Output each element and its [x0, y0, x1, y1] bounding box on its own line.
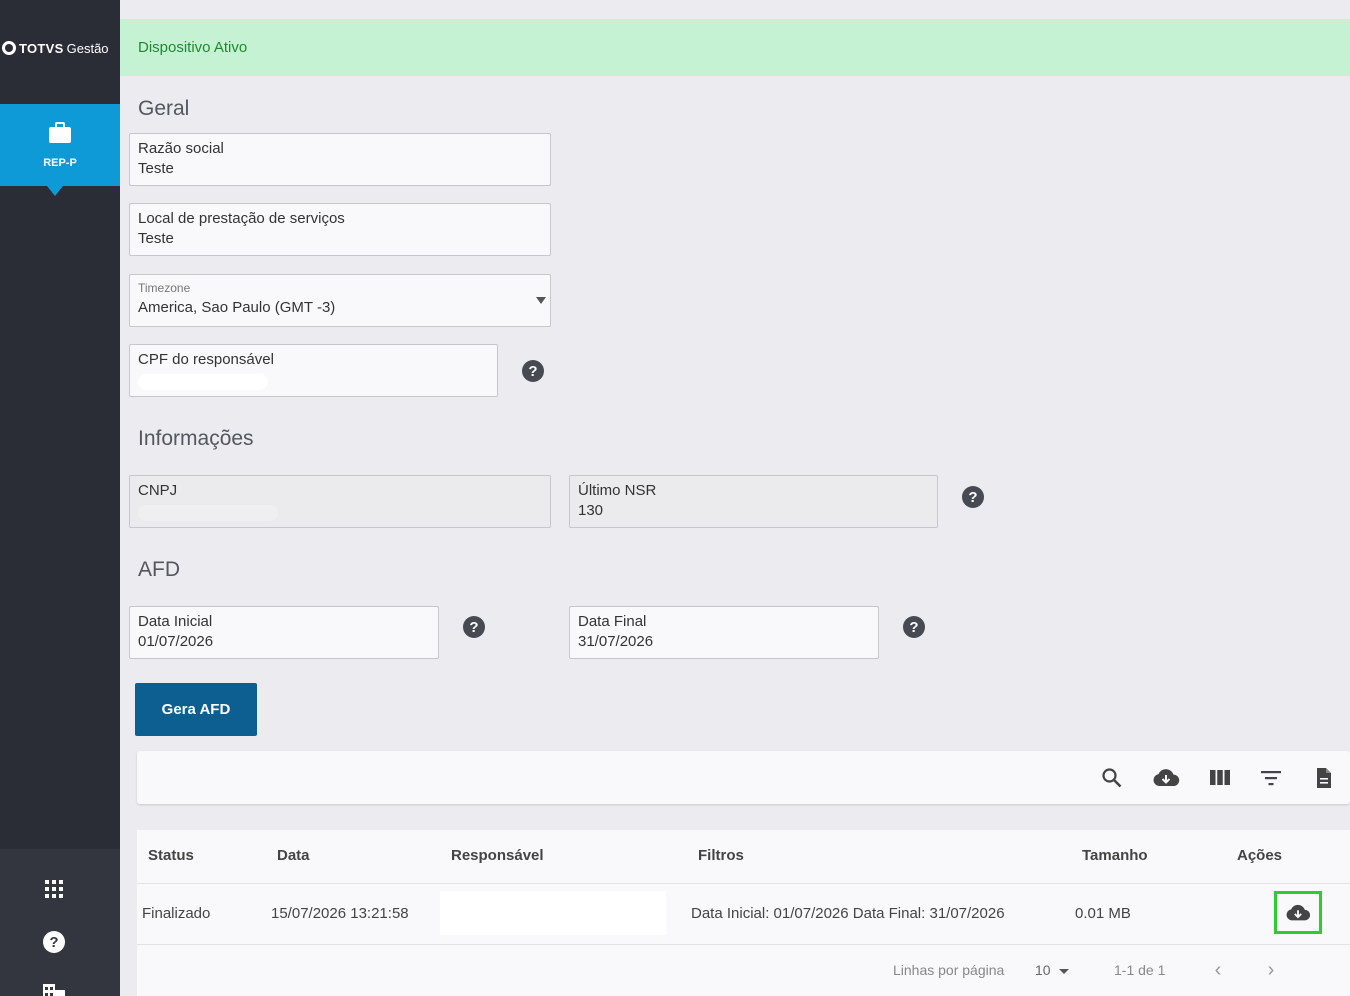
column-header-data[interactable]: Data: [277, 847, 310, 864]
column-header-acoes: Ações: [1237, 847, 1283, 864]
column-header-status[interactable]: Status: [148, 847, 194, 864]
app-logo[interactable]: TOTVS Gestão: [0, 0, 120, 96]
cpf-help-icon[interactable]: ?: [522, 360, 544, 382]
timezone-select[interactable]: Timezone America, Sao Paulo (GMT -3): [129, 274, 551, 327]
razao-social-field[interactable]: Razão social Teste: [129, 133, 551, 186]
ultimo-nsr-value: 130: [578, 502, 604, 519]
data-inicial-field[interactable]: Data Inicial 01/07/2026: [129, 606, 439, 659]
cell-status: Finalizado: [142, 905, 211, 922]
column-header-filtros[interactable]: Filtros: [698, 847, 744, 864]
data-final-value: 31/07/2026: [578, 633, 654, 650]
search-icon[interactable]: [1100, 766, 1124, 790]
timezone-value: America, Sao Paulo (GMT -3): [138, 299, 336, 316]
sidebar-item-rep-p[interactable]: REP-P: [0, 104, 120, 196]
table-pagination: Linhas por página 10 1-1 de 1 ‹ ›: [137, 946, 1350, 996]
briefcase-icon: [48, 121, 72, 149]
afd-table: Status Data Responsável Filtros Tamanho …: [137, 830, 1350, 996]
section-title-afd: AFD: [138, 558, 180, 581]
apps-grid-icon[interactable]: [43, 878, 65, 900]
cell-responsavel-redacted: [440, 891, 666, 935]
data-inicial-value: 01/07/2026: [138, 633, 214, 650]
columns-icon[interactable]: [1208, 766, 1232, 790]
cnpj-redacted-value: [138, 505, 278, 521]
rows-per-page-label: Linhas por página: [893, 962, 1005, 978]
section-title-informacoes: Informações: [138, 427, 254, 450]
cnpj-label: CNPJ: [138, 482, 178, 499]
svg-text:?: ?: [49, 934, 58, 951]
data-final-label: Data Final: [578, 613, 647, 630]
data-inicial-label: Data Inicial: [138, 613, 213, 630]
logo-product: Gestão: [66, 40, 109, 56]
data-final-field[interactable]: Data Final 31/07/2026: [569, 606, 879, 659]
cpf-field[interactable]: CPF do responsável: [129, 344, 498, 397]
cpf-redacted-value: [138, 374, 268, 390]
ultimo-nsr-field: Último NSR 130: [569, 475, 938, 528]
totvs-logo-icon: [2, 41, 16, 55]
cell-data: 15/07/2026 13:21:58: [271, 905, 409, 922]
column-header-responsavel[interactable]: Responsável: [451, 847, 544, 864]
local-prestacao-field[interactable]: Local de prestação de serviços Teste: [129, 203, 551, 256]
timezone-label: Timezone: [138, 281, 191, 295]
ultimo-nsr-label: Último NSR: [578, 482, 657, 499]
previous-page-icon[interactable]: ‹: [1207, 959, 1229, 981]
cell-tamanho: 0.01 MB: [1075, 905, 1131, 922]
razao-social-label: Razão social: [138, 140, 224, 157]
top-strip: [120, 0, 1350, 19]
filter-icon[interactable]: [1259, 766, 1283, 790]
section-title-geral: Geral: [138, 97, 190, 120]
column-header-tamanho[interactable]: Tamanho: [1082, 847, 1148, 864]
data-final-help-icon[interactable]: ?: [903, 616, 925, 638]
building-icon[interactable]: [43, 981, 65, 996]
sidebar: TOTVS Gestão REP-P ?: [0, 0, 120, 996]
sidebar-bottom: ?: [0, 849, 120, 996]
table-row[interactable]: Finalizado 15/07/2026 13:21:58 Data Inic…: [137, 885, 1350, 945]
rows-per-page-value: 10: [1035, 962, 1051, 978]
status-banner: Dispositivo Ativo: [120, 19, 1350, 76]
nsr-help-icon[interactable]: ?: [962, 486, 984, 508]
document-icon[interactable]: [1312, 766, 1336, 790]
logo-brand: TOTVS: [19, 40, 64, 56]
gera-afd-button[interactable]: Gera AFD: [135, 683, 257, 736]
table-toolbar: [137, 751, 1350, 804]
sidebar-item-label: REP-P: [43, 156, 77, 169]
local-prestacao-value: Teste: [138, 230, 174, 247]
cloud-download-icon: [1286, 904, 1311, 920]
cpf-label: CPF do responsável: [138, 351, 274, 368]
next-page-icon[interactable]: ›: [1260, 959, 1282, 981]
local-prestacao-label: Local de prestação de serviços: [138, 210, 345, 227]
status-banner-text: Dispositivo Ativo: [138, 39, 248, 56]
data-inicial-help-icon[interactable]: ?: [463, 616, 485, 638]
cnpj-field: CNPJ: [129, 475, 551, 528]
download-row-button[interactable]: [1274, 891, 1322, 934]
cloud-download-icon[interactable]: [1152, 766, 1180, 790]
help-icon[interactable]: ?: [43, 931, 65, 953]
pagination-range: 1-1 de 1: [1114, 962, 1166, 978]
table-header: Status Data Responsável Filtros Tamanho …: [137, 830, 1350, 884]
chevron-down-icon: [536, 297, 546, 304]
chevron-down-icon: [1058, 968, 1069, 974]
rows-per-page-select[interactable]: 10: [1035, 962, 1069, 978]
razao-social-value: Teste: [138, 160, 174, 177]
cell-filtros: Data Inicial: 01/07/2026 Data Final: 31/…: [691, 905, 1005, 922]
